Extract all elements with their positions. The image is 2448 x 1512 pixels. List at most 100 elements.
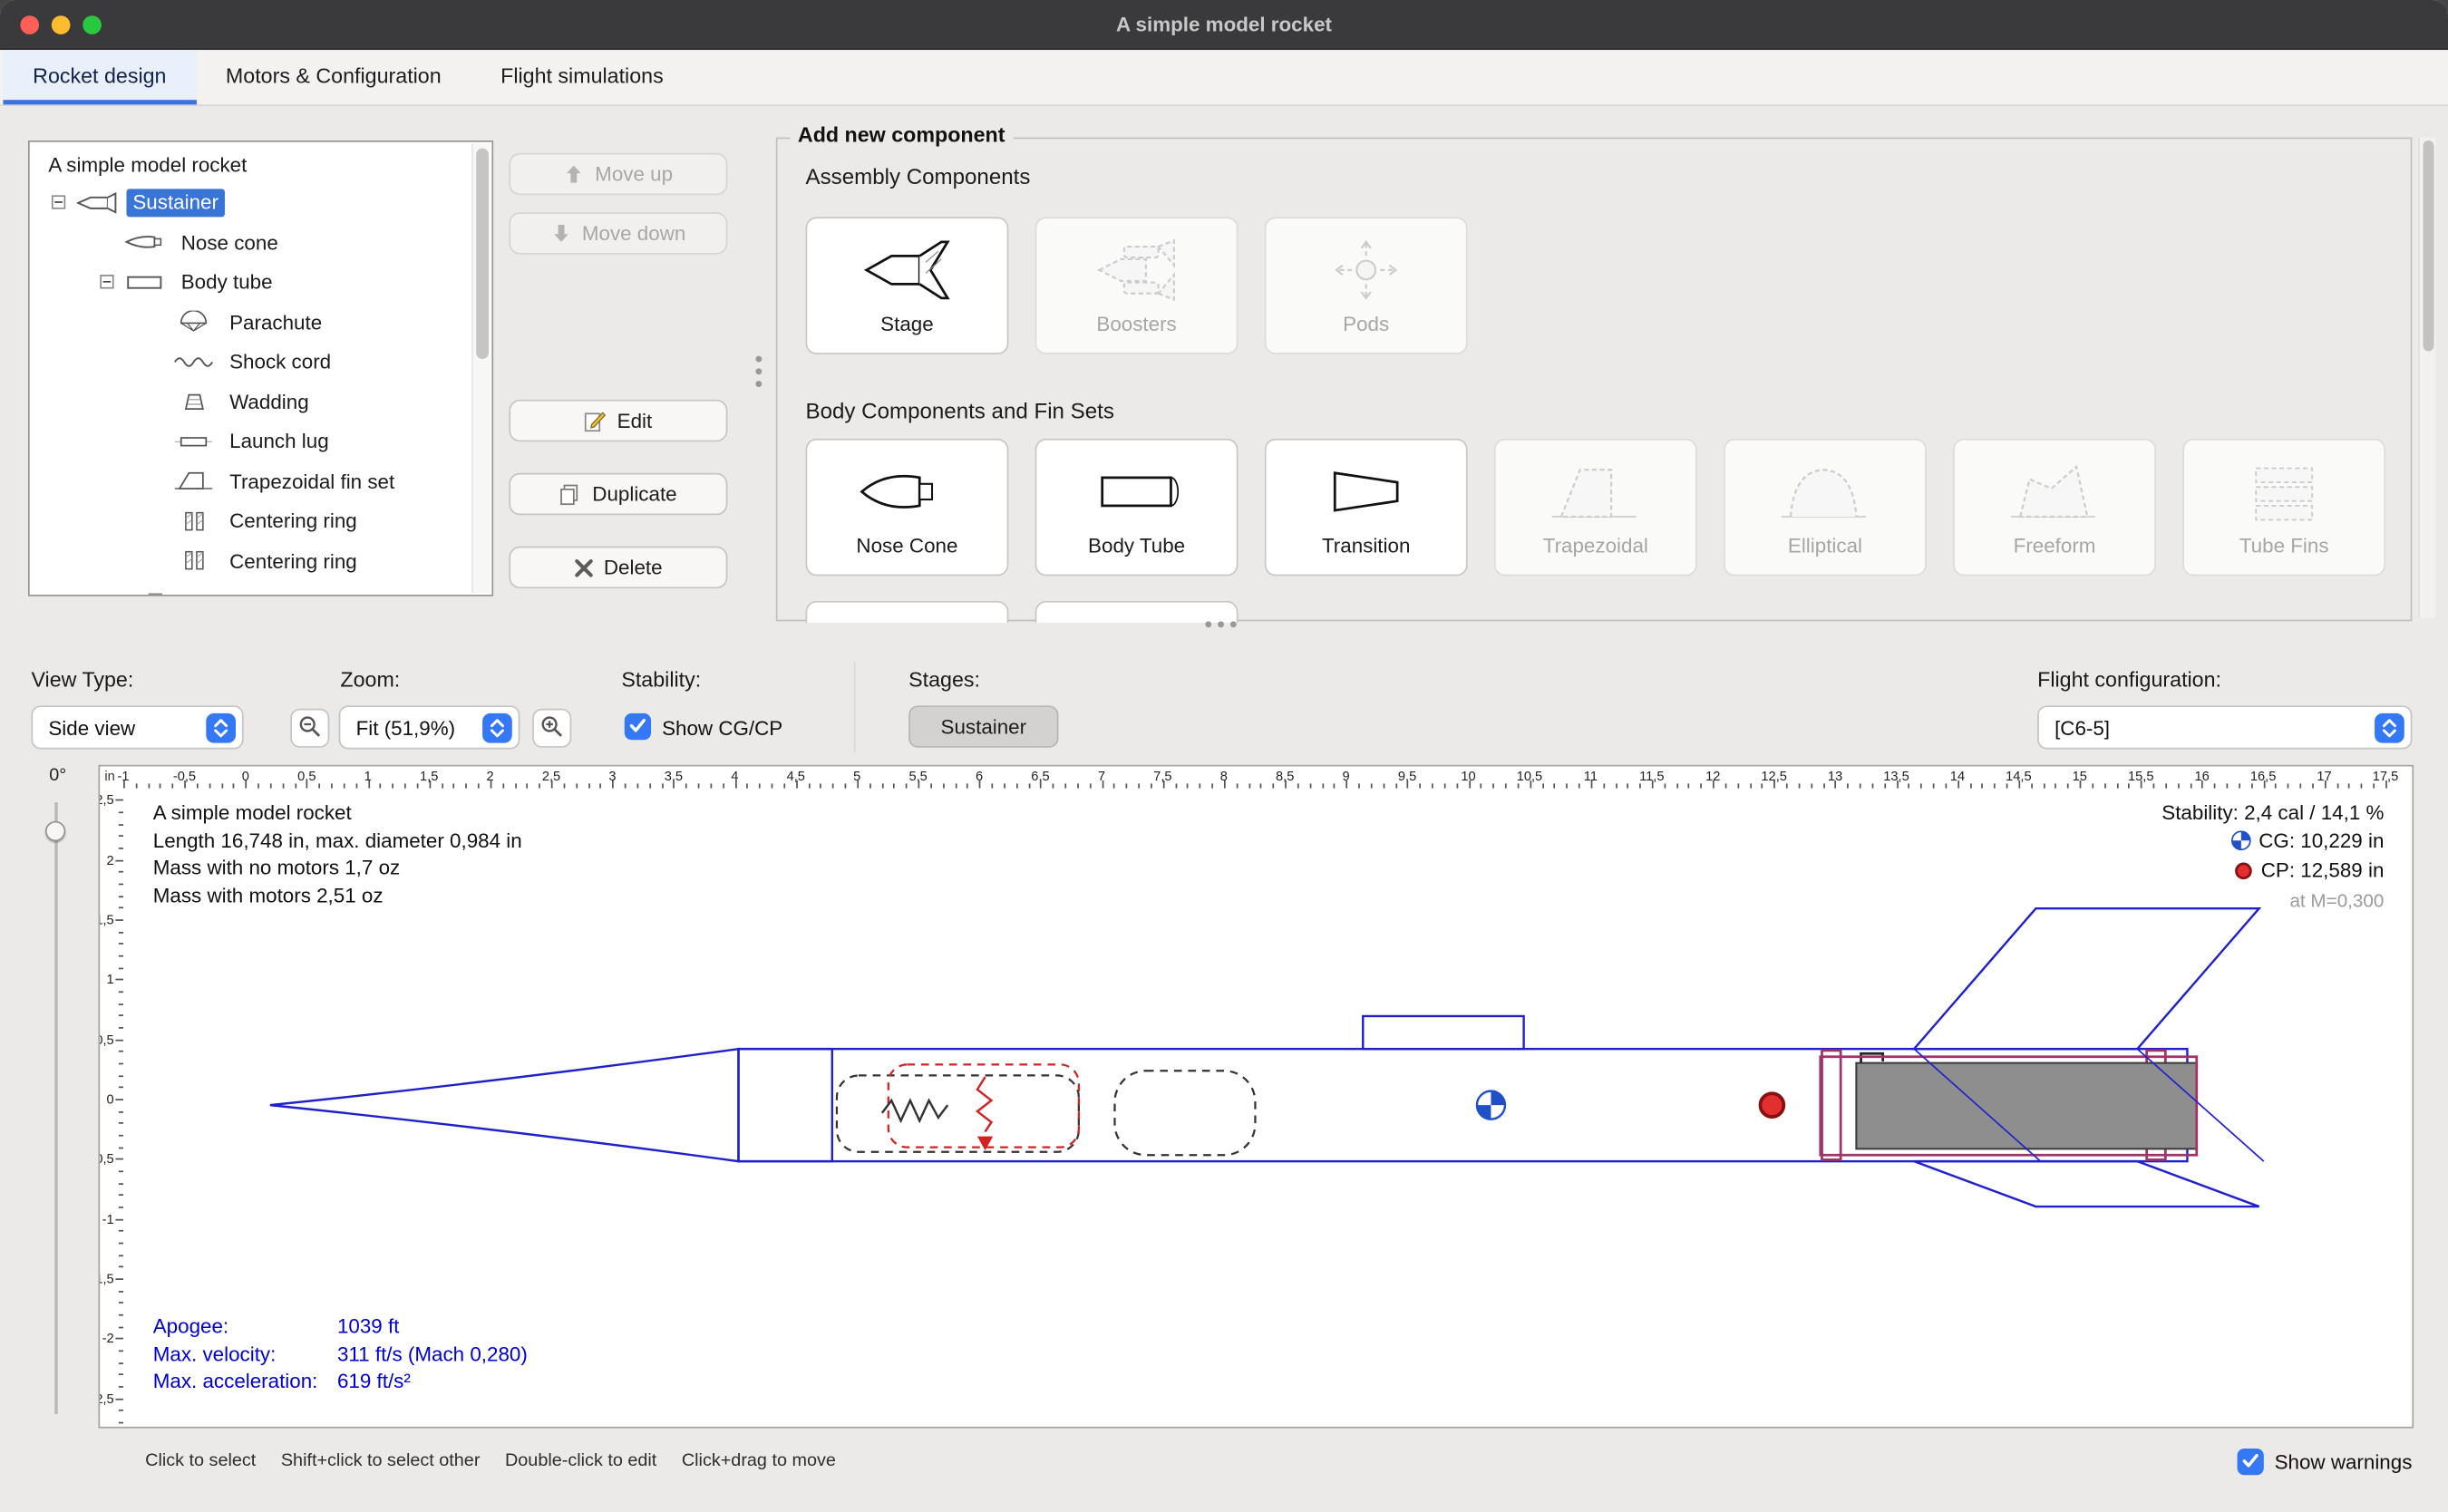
component-card-label: Tube Fins — [2239, 534, 2329, 557]
arrow-up-icon — [564, 164, 584, 184]
delete-button[interactable]: Delete — [509, 547, 727, 588]
stages-label: Stages: — [908, 668, 980, 692]
tree-item-trapezoidal-fin-set[interactable]: Trapezoidal fin set — [30, 461, 471, 501]
cp-marker — [1760, 1093, 1783, 1117]
rocket-mass-empty: Mass with no motors 1,7 oz — [153, 854, 522, 881]
body-components-label: Body Components and Fin Sets — [806, 398, 1114, 423]
add-panel-scrollbar-thumb[interactable] — [2423, 141, 2433, 351]
component-card-body-tube[interactable]: Body Tube — [1035, 439, 1239, 577]
clipped-card — [1035, 601, 1239, 623]
close-button[interactable] — [20, 15, 39, 34]
elliptical-fin-icon — [1775, 458, 1875, 527]
rotation-knob[interactable] — [45, 821, 65, 841]
tree-item-label: Centering ring — [223, 547, 363, 575]
tree-item-label: Launch lug — [223, 427, 335, 455]
chevron-updown-icon — [482, 712, 512, 742]
rocket-info: A simple model rocket Length 16,748 in, … — [153, 800, 522, 909]
delete-label: Delete — [604, 556, 663, 579]
tree-item-centering-ring[interactable]: Centering ring — [30, 501, 471, 541]
component-card-tube-fins: Tube Fins — [2182, 439, 2385, 577]
shock-cord-icon — [173, 350, 214, 373]
tab-rocket-design[interactable]: Rocket design — [3, 50, 196, 104]
component-card-elliptical: Elliptical — [1724, 439, 1927, 577]
zoom-select[interactable]: Fit (51,9%) — [339, 705, 520, 749]
tree-item-label: Wadding — [223, 387, 315, 415]
wadding-icon — [173, 390, 214, 413]
tree-item-shock-cord[interactable]: Shock cord — [30, 342, 471, 382]
show-warnings-checkbox[interactable] — [2237, 1449, 2263, 1475]
component-card-nose-cone[interactable]: Nose Cone — [806, 439, 1009, 577]
tree-item-body-tube[interactable]: Body tube — [30, 262, 471, 302]
view-type-label: View Type: — [31, 668, 133, 692]
move-down-label: Move down — [582, 222, 685, 246]
assembly-components-label: Assembly Components — [806, 164, 1031, 189]
component-card-label: Boosters — [1096, 312, 1176, 335]
show-warnings-label: Show warnings — [2275, 1450, 2413, 1474]
body-cards: Nose Cone Body TubeTransition Trapezoidal E… — [806, 439, 2386, 577]
duplicate-button[interactable]: Duplicate — [509, 473, 727, 515]
inner-tube-icon — [173, 589, 214, 596]
show-warnings-control[interactable]: Show warnings — [2237, 1449, 2412, 1475]
fullscreen-button[interactable] — [83, 15, 102, 34]
tree-item-label: Trapezoidal fin set — [223, 467, 401, 495]
zoom-out-button[interactable] — [290, 709, 329, 748]
ruler-unit: in — [104, 768, 114, 783]
tree-item-rocket-root[interactable]: A simple model rocket — [30, 145, 471, 182]
stability-value: Stability: 2,4 cal / 14,1 % — [2161, 800, 2384, 827]
assembly-cards: StageBoostersPods — [806, 217, 1468, 354]
zoom-in-button[interactable] — [532, 709, 571, 748]
nose-cone-icon — [125, 230, 166, 254]
rocket-mass-loaded: Mass with motors 2,51 oz — [153, 881, 522, 908]
tree-item-centering-ring[interactable]: Centering ring — [30, 541, 471, 581]
tree-item-launch-lug[interactable]: Launch lug — [30, 422, 471, 461]
nose-cone-outline[interactable] — [270, 1049, 739, 1161]
tree-scrollbar[interactable] — [471, 143, 491, 593]
component-card-label: Nose Cone — [856, 534, 957, 557]
tree-item-label: A simple model rocket — [42, 150, 253, 178]
tree-item-wadding[interactable]: Wadding — [30, 382, 471, 422]
cp-readout: CP: 12,589 in — [2161, 857, 2384, 887]
rotation-slider[interactable] — [54, 802, 57, 1414]
clipped-cards — [806, 601, 1239, 623]
hint-click-to-select: Click to select — [145, 1451, 256, 1470]
tree-item-label: Centering ring — [223, 507, 363, 535]
tree-scrollbar-thumb[interactable] — [476, 149, 489, 359]
edit-button[interactable]: Edit — [509, 400, 727, 441]
tree-item-parachute[interactable]: Parachute — [30, 302, 471, 342]
fin-lower-outline[interactable] — [1914, 1161, 2259, 1207]
tab-flight-simulations[interactable]: Flight simulations — [471, 50, 693, 104]
show-cgcp-checkbox[interactable] — [625, 713, 651, 740]
acceleration-label: Max. acceleration: — [153, 1367, 337, 1394]
minimize-button[interactable] — [52, 15, 71, 34]
body-tube-card-icon — [1086, 458, 1186, 527]
view-type-select[interactable]: Side view — [31, 705, 243, 749]
cg-marker — [1477, 1091, 1505, 1119]
tab-motors-configuration[interactable]: Motors & Configuration — [196, 50, 471, 104]
vertical-splitter-handle[interactable] — [755, 356, 762, 387]
collapse-toggle[interactable] — [52, 192, 72, 212]
tree-item-sustainer[interactable]: Sustainer — [30, 182, 471, 222]
duplicate-icon — [559, 483, 581, 505]
collapse-toggle[interactable] — [100, 272, 120, 292]
collapse-toggle[interactable] — [149, 590, 169, 596]
motor-block[interactable] — [1856, 1063, 2196, 1149]
traffic-lights — [20, 15, 102, 34]
component-tree: A simple model rocket SustainerNose cone… — [28, 141, 493, 596]
flight-results: Apogee:1039 ft Max. velocity:311 ft/s (M… — [153, 1313, 528, 1394]
tree-item-item[interactable] — [30, 581, 471, 596]
component-card-stage[interactable]: Stage — [806, 217, 1009, 354]
horizontal-splitter-handle[interactable] — [1205, 621, 1236, 627]
stage-sustainer-toggle[interactable]: Sustainer — [908, 705, 1058, 747]
apogee-value: 1039 ft — [337, 1314, 399, 1338]
component-card-label: Elliptical — [1788, 534, 1862, 557]
chevron-updown-icon — [206, 712, 236, 742]
component-card-label: Trapezoidal — [1543, 534, 1648, 557]
tree-item-nose-cone[interactable]: Nose cone — [30, 222, 471, 262]
flight-config-select[interactable]: [C6-5] — [2037, 705, 2412, 749]
fin-upper-outline[interactable] — [1914, 908, 2259, 1049]
hint-shift-click-to-select-other: Shift+click to select other — [281, 1451, 481, 1470]
add-panel-scrollbar[interactable] — [2418, 138, 2435, 618]
check-icon — [2241, 1448, 2259, 1476]
component-card-transition[interactable]: Transition — [1265, 439, 1468, 577]
launch-lug-outline[interactable] — [1363, 1016, 1523, 1049]
